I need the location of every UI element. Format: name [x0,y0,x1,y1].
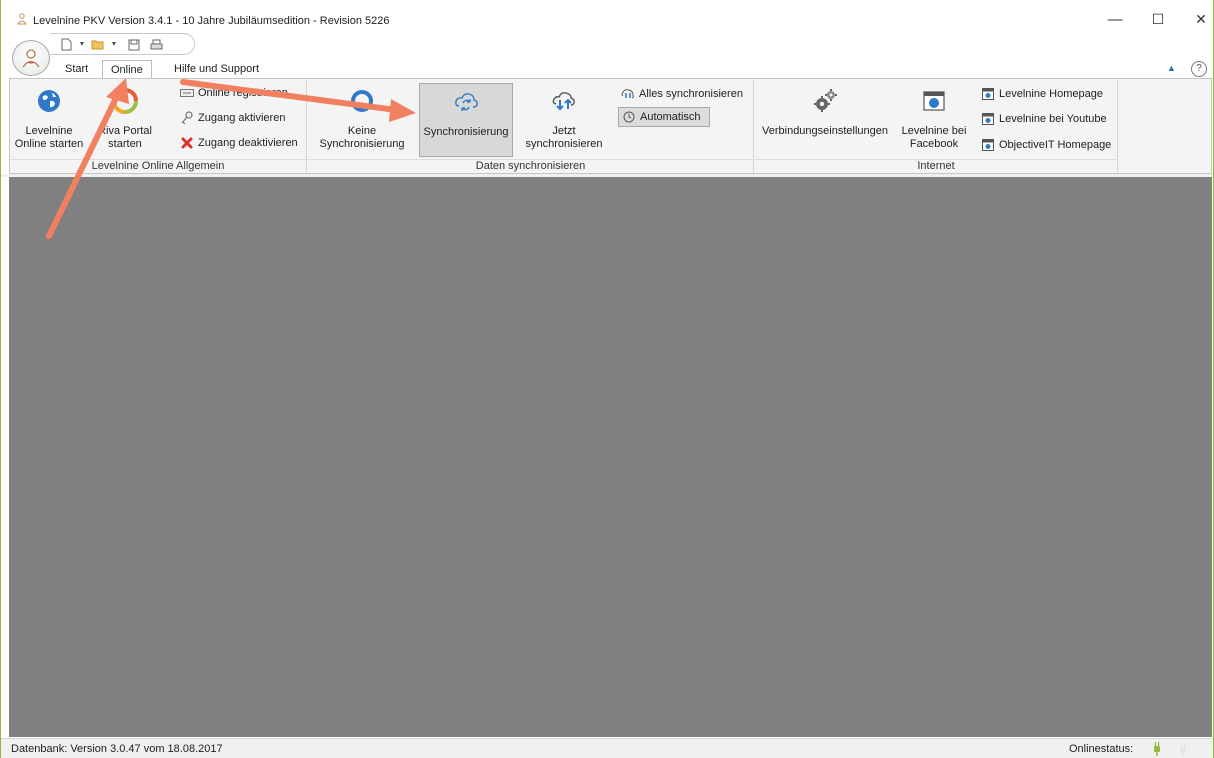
no-sync-icon [351,90,373,112]
open-dropdown-chevron-icon[interactable]: ▼ [106,37,122,52]
objectiveit-homepage-link[interactable]: ObjectiveIT Homepage [978,135,1114,155]
small-button-label: ObjectiveIT Homepage [999,139,1112,151]
browser-globe-icon [923,91,945,111]
quick-access-toolbar: ▼ ▼ [50,33,195,55]
riva-portal-starten-button[interactable]: Riva Portal starten [90,83,160,157]
small-button-label: Zugang deaktivieren [198,137,298,149]
cloud-arrows-icon [552,92,575,111]
button-label: Levelnine [25,125,73,137]
small-button-label: Levelnine Homepage [999,88,1103,100]
status-bar: Datenbank: Version 3.0.47 vom 18.08.2017… [1,738,1213,758]
print-icon[interactable] [148,37,164,52]
small-button-label: Zugang aktivieren [198,112,286,124]
browser-icon [981,138,995,152]
button-label: Online starten [14,138,84,150]
save-icon[interactable] [126,37,142,52]
levelnine-bei-youtube-link[interactable]: Levelnine bei Youtube [978,109,1110,129]
zugang-aktivieren-button[interactable]: Zugang aktivieren [177,108,288,128]
sync-all-icon [621,87,635,101]
mdi-workspace [9,177,1212,737]
minimize-button[interactable]: — [1095,8,1135,30]
verbindungseinstellungen-button[interactable]: Verbindungseinstellungen [757,83,893,157]
jetzt-synchronisieren-button[interactable]: Jetzt synchronisieren [520,83,608,157]
button-label: starten [108,138,142,150]
small-button-label: Levelnine bei Youtube [999,113,1107,125]
plug-disconnected-icon [1180,742,1186,756]
window-title: Levelnine PKV Version 3.4.1 - 10 Jahre J… [33,15,390,27]
browser-icon [981,112,995,126]
help-icon[interactable]: ? [1191,61,1207,77]
gears-icon [814,89,837,112]
ribbon-panel: Levelnine Online starten Riva Portal sta… [9,78,1212,174]
plug-connected-icon [1154,742,1160,756]
close-button[interactable]: ✕ [1181,8,1214,30]
levelnine-bei-facebook-button[interactable]: Levelnine bei Facebook [897,83,971,157]
button-label: Synchronisierung [423,126,509,138]
automatisch-button[interactable]: Automatisch [618,107,710,127]
alles-synchronisieren-button[interactable]: Alles synchronisieren [618,84,746,104]
button-label: Levelnine bei [901,125,967,137]
group-label: Levelnine Online Allgemein [10,159,306,173]
button-label: Riva Portal [98,125,152,137]
tab-hilfe-und-support[interactable]: Hilfe und Support [166,60,267,79]
browser-icon [981,87,995,101]
globe-icon [38,90,60,112]
person-logo-icon [22,49,40,68]
cloud-sync-icon [455,93,478,111]
online-registrieren-button[interactable]: Online registrieren [177,83,291,103]
open-folder-icon[interactable] [90,37,106,52]
database-version-status: Datenbank: Version 3.0.47 vom 18.08.2017 [11,743,223,755]
application-window: Levelnine PKV Version 3.4.1 - 10 Jahre J… [0,0,1214,758]
tab-start[interactable]: Start [57,60,96,79]
button-label: Synchronisierung [319,138,405,150]
levelnine-online-starten-button[interactable]: Levelnine Online starten [12,83,86,157]
synchronisierung-button[interactable]: Synchronisierung [419,83,513,157]
title-bar: Levelnine PKV Version 3.4.1 - 10 Jahre J… [1,0,1213,31]
button-label: Verbindungseinstellungen [762,125,888,137]
riva-ring-icon [112,88,138,114]
red-x-icon [180,136,194,150]
small-button-label: Automatisch [640,111,701,123]
key-icon [180,111,194,125]
group-daten-synchronisieren: Keine Synchronisierung Synchronisierung … [308,80,754,173]
button-label: synchronisieren [525,138,603,150]
maximize-button[interactable]: ☐ [1138,8,1178,30]
group-levelnine-online-allgemein: Levelnine Online starten Riva Portal sta… [10,80,307,173]
app-icon[interactable] [16,13,28,25]
group-label: Daten synchronisieren [308,159,753,173]
group-internet: Verbindungseinstellungen Levelnine bei F… [755,80,1118,173]
tab-online[interactable]: Online [102,60,152,79]
collapse-ribbon-icon[interactable]: ▲ [1167,63,1179,75]
keyboard-icon [180,86,194,100]
group-label: Internet [755,159,1117,173]
new-document-icon[interactable] [58,37,74,52]
small-button-label: Online registrieren [198,87,288,99]
online-status-label: Onlinestatus: [1069,743,1134,755]
button-label: Facebook [909,138,959,150]
button-label: Jetzt [552,125,576,137]
clock-icon [622,110,636,124]
application-menu-button[interactable] [12,40,50,76]
new-dropdown-chevron-icon[interactable]: ▼ [74,37,90,52]
keine-synchronisierung-button[interactable]: Keine Synchronisierung [310,83,414,157]
zugang-deaktivieren-button[interactable]: Zugang deaktivieren [177,133,301,153]
button-label: Keine [347,125,377,137]
small-button-label: Alles synchronisieren [639,88,743,100]
levelnine-homepage-link[interactable]: Levelnine Homepage [978,84,1106,104]
